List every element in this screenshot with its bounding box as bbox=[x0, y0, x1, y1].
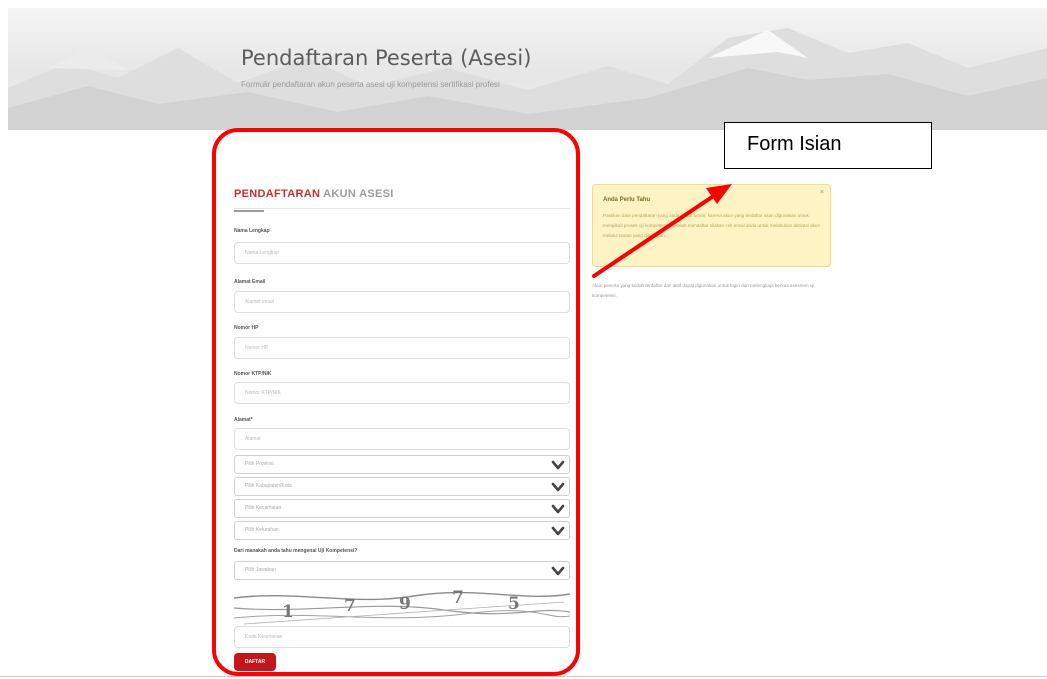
address-label: Alamat* bbox=[234, 417, 253, 423]
chevron-down-icon bbox=[551, 566, 565, 576]
heading-underline bbox=[234, 210, 264, 212]
village-select-value: Pilih Kelurahan bbox=[245, 527, 279, 533]
heading-divider bbox=[234, 208, 570, 209]
register-button[interactable]: DAFTAR bbox=[234, 653, 276, 671]
info-alert-body: Pastikan data pendaftaran yang anda isik… bbox=[603, 213, 821, 238]
header-banner: Pendaftaran Peserta (Asesi) Formulir pen… bbox=[8, 8, 1047, 130]
email-input[interactable]: Alamat email bbox=[234, 291, 570, 313]
district-select-value: Pilih Kecamatan bbox=[245, 505, 282, 511]
registration-form: PENDAFTARAN AKUN ASESI Nama Lengkap Nama… bbox=[228, 168, 580, 673]
form-heading: PENDAFTARAN AKUN ASESI bbox=[234, 188, 394, 200]
info-alert: Anda Perlu Tahu × Pastikan data pendafta… bbox=[592, 184, 831, 267]
captcha-image: 1 7 9 7 5 bbox=[234, 588, 570, 628]
chevron-down-icon bbox=[551, 482, 565, 492]
phone-input[interactable]: Nomor HP bbox=[234, 337, 570, 359]
city-select-value: Pilih Kabupaten/Kota bbox=[245, 483, 292, 489]
close-icon[interactable]: × bbox=[820, 189, 824, 196]
captcha-digit: 9 bbox=[399, 594, 411, 614]
form-heading-primary: PENDAFTARAN bbox=[234, 188, 321, 200]
district-select[interactable]: Pilih Kecamatan bbox=[234, 499, 570, 518]
captcha-digit: 5 bbox=[508, 594, 520, 614]
captcha-digit: 1 bbox=[282, 602, 294, 622]
bottom-divider bbox=[0, 676, 1047, 677]
form-heading-secondary: AKUN ASESI bbox=[320, 188, 394, 200]
source-select[interactable]: Pilih Jawaban bbox=[234, 561, 570, 580]
page-subtitle: Formulir pendaftaran akun peserta asesi … bbox=[241, 80, 500, 89]
page-title: Pendaftaran Peserta (Asesi) bbox=[241, 46, 532, 70]
callout-label: Form Isian bbox=[747, 133, 842, 155]
province-select[interactable]: Pilih Provinsi bbox=[234, 455, 570, 474]
full-name-input[interactable]: Nama Lengkap bbox=[234, 242, 570, 264]
chevron-down-icon bbox=[551, 526, 565, 536]
nik-label: Nomor KTP/NIK bbox=[234, 371, 272, 377]
chevron-down-icon bbox=[551, 504, 565, 514]
nik-input[interactable]: Nomor KTP/NIK bbox=[234, 382, 570, 404]
captcha-digit: 7 bbox=[452, 588, 464, 608]
full-name-label: Nama Lengkap bbox=[234, 228, 270, 234]
info-note: Akun peserta yang sudah terdaftar dan ak… bbox=[592, 283, 815, 298]
callout-box: Form Isian bbox=[724, 122, 932, 169]
info-alert-title: Anda Perlu Tahu bbox=[603, 197, 651, 203]
chevron-down-icon bbox=[551, 460, 565, 470]
source-question-label: Dari manakah anda tahu mengenai Uji Komp… bbox=[234, 548, 358, 554]
phone-label: Nomor HP bbox=[234, 325, 259, 331]
captcha-digit: 7 bbox=[344, 596, 356, 616]
email-label: Alamat Email bbox=[234, 279, 266, 285]
village-select[interactable]: Pilih Kelurahan bbox=[234, 521, 570, 540]
source-select-value: Pilih Jawaban bbox=[245, 567, 276, 573]
address-input[interactable]: Alamat bbox=[234, 428, 570, 450]
captcha-input[interactable]: Kode Keamanan bbox=[234, 626, 570, 648]
province-select-value: Pilih Provinsi bbox=[245, 461, 274, 467]
city-select[interactable]: Pilih Kabupaten/Kota bbox=[234, 477, 570, 496]
